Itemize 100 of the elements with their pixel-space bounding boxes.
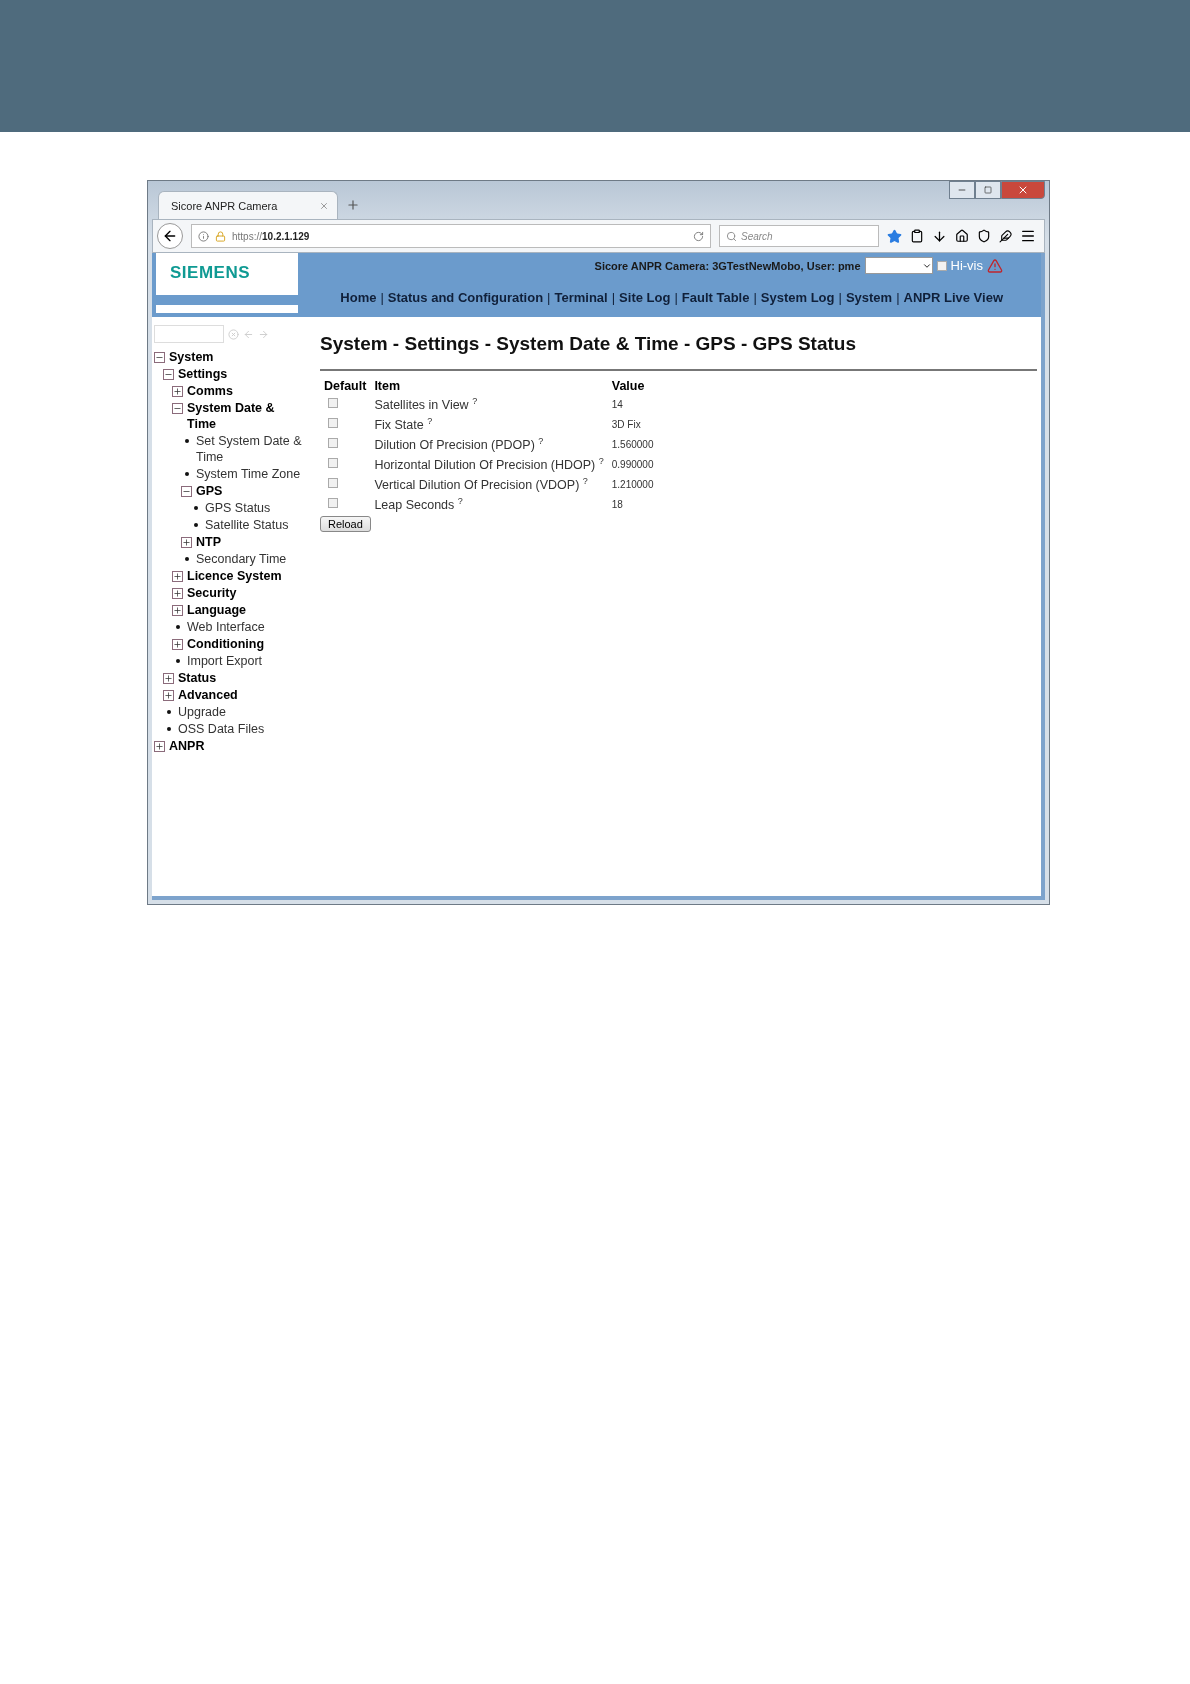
home-icon[interactable] (955, 229, 969, 243)
column-header: Value (610, 378, 646, 394)
nav-separator: | (753, 290, 757, 305)
item-label: Horizontal Dilution Of Precision (HDOP) $^{?}$ (373, 454, 605, 474)
default-checkbox[interactable] (328, 398, 338, 408)
collapse-icon[interactable] (163, 369, 174, 380)
bullet-icon (176, 625, 180, 629)
expand-icon[interactable] (172, 588, 183, 599)
column-header: Item (373, 378, 402, 394)
item-label: Vertical Dilution Of Precision (VDOP) $^{?}$ (373, 474, 589, 494)
bullet-icon (185, 557, 189, 561)
clipboard-icon[interactable] (910, 229, 924, 243)
item-label: Satellites in View $^{?}$ (373, 394, 479, 414)
tree-item[interactable]: Upgrade (163, 704, 302, 720)
bullet-icon (185, 439, 189, 443)
user-dropdown[interactable] (864, 257, 933, 274)
table-cell-text: 0.990000 (610, 457, 655, 472)
feather-icon[interactable] (999, 229, 1012, 243)
lock-icon[interactable] (215, 230, 226, 242)
expand-icon[interactable] (172, 639, 183, 650)
minimize-button[interactable] (949, 181, 975, 199)
collapse-icon[interactable] (172, 403, 183, 414)
default-checkbox[interactable] (328, 418, 338, 428)
nav-link[interactable]: Site Log (619, 290, 671, 305)
bullet-icon (167, 710, 171, 714)
url-field[interactable]: https://10.2.1.129 (191, 224, 711, 248)
reload-button[interactable]: Reload (320, 516, 371, 532)
nav-separator: | (380, 290, 384, 305)
filter-field[interactable] (154, 325, 224, 343)
nav-link[interactable]: Terminal (554, 290, 608, 305)
column-header: Default (323, 378, 368, 394)
table-cell-text: 1.560000 (610, 437, 655, 452)
expand-icon[interactable] (172, 571, 183, 582)
nav-link[interactable]: Fault Table (681, 290, 750, 305)
expand-icon[interactable] (181, 537, 192, 548)
nav-link[interactable]: ANPR Live View (903, 290, 1003, 305)
expand-icon[interactable] (163, 673, 174, 684)
tree-folder[interactable]: GPS (181, 483, 302, 499)
nav-separator: | (611, 290, 616, 305)
nav-link[interactable]: System (845, 290, 893, 305)
reload-icon[interactable] (693, 230, 704, 242)
default-checkbox[interactable] (328, 498, 338, 508)
info-icon[interactable] (198, 230, 209, 242)
default-checkbox[interactable] (328, 458, 338, 468)
expand-icon[interactable] (163, 690, 174, 701)
tree-folder[interactable]: System (154, 349, 302, 365)
search-field[interactable]: Search (719, 225, 879, 247)
item-label: Dilution Of Precision (PDOP) $^{?}$ (373, 434, 545, 454)
bullet-icon (194, 506, 198, 510)
close-icon[interactable] (319, 200, 329, 211)
tree-folder[interactable]: Status (163, 670, 302, 686)
nav-separator: | (896, 290, 900, 305)
table-cell-text: 3D Fix (610, 417, 642, 432)
expand-icon[interactable] (154, 741, 165, 752)
tree-folder[interactable]: System Date & Time (172, 400, 302, 432)
hi-vis-label: Hi-vis (950, 258, 983, 273)
default-checkbox[interactable] (328, 478, 338, 488)
collapse-icon[interactable] (181, 486, 192, 497)
browser-tab[interactable]: Sicore ANPR Camera (158, 191, 338, 219)
tree-item[interactable]: Satellite Status (190, 517, 302, 533)
star-icon[interactable] (887, 228, 902, 244)
camera-status: Sicore ANPR Camera: 3GTestNewMobo, User: pme (594, 259, 861, 272)
close-icon (1017, 184, 1029, 196)
tree-item[interactable]: Import Export (172, 653, 302, 669)
download-icon[interactable] (932, 228, 947, 244)
tree-folder[interactable]: Language (172, 602, 302, 618)
shield-icon[interactable] (977, 229, 991, 243)
back-button[interactable] (157, 223, 183, 249)
item-label: Fix State $^{?}$ (373, 414, 434, 434)
nav-link[interactable]: System Log (760, 290, 835, 305)
table-cell-text: 1.210000 (610, 477, 655, 492)
tree-item[interactable]: System Time Zone (181, 466, 302, 482)
table-cell-text: 14 (610, 397, 624, 412)
tree-folder[interactable]: Comms (172, 383, 302, 399)
tree-item[interactable]: Web Interface (172, 619, 302, 635)
tree-folder[interactable]: Advanced (163, 687, 302, 703)
tree-item[interactable]: Secondary Time (181, 551, 302, 567)
tree-item[interactable]: OSS Data Files (163, 721, 302, 737)
collapse-icon[interactable] (154, 352, 165, 363)
tree-item[interactable]: Set System Date & Time (181, 433, 302, 465)
default-checkbox[interactable] (328, 438, 338, 448)
tree-folder[interactable]: Conditioning (172, 636, 302, 652)
expand-icon[interactable] (172, 605, 183, 616)
table-cell-text: 18 (610, 497, 624, 512)
tree-folder[interactable]: Security (172, 585, 302, 601)
nav-link[interactable]: Status and Configuration (387, 290, 544, 305)
tree-item[interactable]: GPS Status (190, 500, 302, 516)
maximize-icon (984, 186, 992, 194)
tree-folder[interactable]: NTP (181, 534, 302, 550)
new-tab-icon[interactable] (346, 198, 360, 212)
menu-icon[interactable] (1020, 228, 1036, 244)
expand-icon[interactable] (172, 386, 183, 397)
hi-vis-checkbox[interactable] (936, 260, 947, 271)
tree-folder[interactable]: Licence System (172, 568, 302, 584)
bullet-icon (185, 472, 189, 476)
maximize-button[interactable] (975, 181, 1001, 199)
tree-folder[interactable]: ANPR (154, 738, 302, 754)
nav-link[interactable]: Home (340, 290, 377, 305)
tree-folder[interactable]: Settings (163, 366, 302, 382)
logo: SIEMENS (170, 263, 251, 283)
